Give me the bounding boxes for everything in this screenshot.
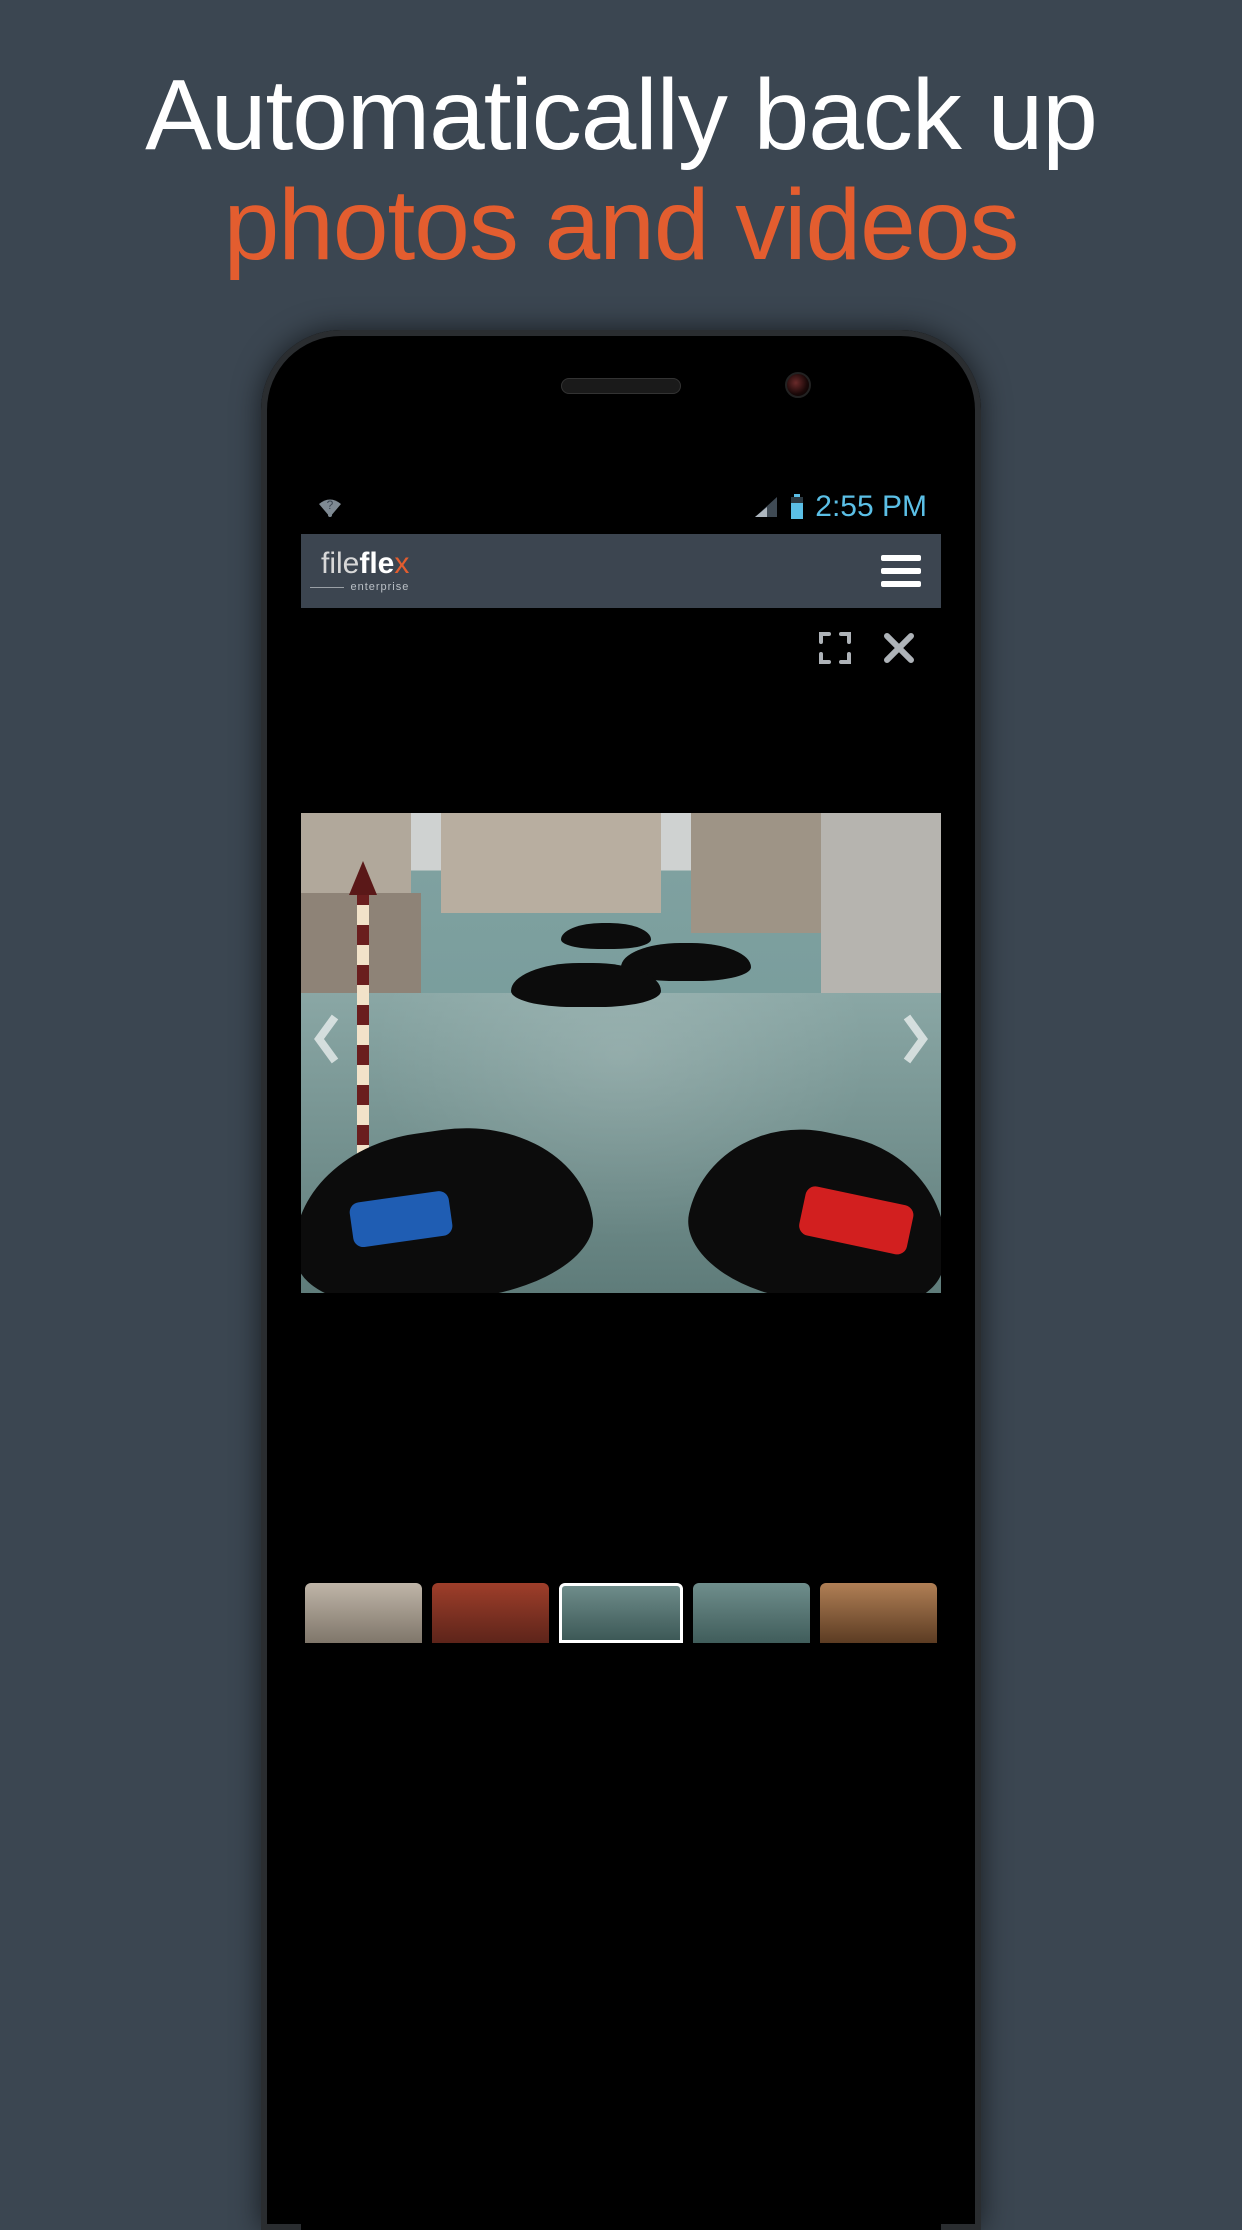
phone-screen: ? 2:55 PM fileflex enterprise	[301, 480, 941, 2230]
chevron-right-icon[interactable]	[899, 1013, 931, 1077]
thumbnail[interactable]	[693, 1583, 810, 1643]
app-logo-text: fileflex	[321, 549, 409, 579]
signal-icon	[753, 495, 779, 519]
viewer-controls	[301, 608, 941, 693]
app-header: fileflex enterprise	[301, 534, 941, 608]
photo-viewer	[301, 608, 941, 1643]
phone-earpiece	[561, 378, 681, 394]
logo-part-fle: fle	[359, 547, 394, 580]
thumbnail[interactable]	[432, 1583, 549, 1643]
chevron-left-icon[interactable]	[311, 1013, 343, 1077]
photo-scene	[301, 813, 941, 1293]
headline-line-2: photos and videos	[0, 170, 1242, 280]
status-time: 2:55 PM	[815, 490, 927, 524]
phone-bezel	[261, 330, 981, 480]
svg-text:?: ?	[327, 498, 334, 512]
thumbnail-strip	[301, 1583, 941, 1643]
main-photo[interactable]	[301, 813, 941, 1293]
thumbnail[interactable]	[559, 1583, 682, 1643]
headline-line-1: Automatically back up	[0, 60, 1242, 170]
app-logo: fileflex enterprise	[321, 549, 409, 593]
app-logo-subtitle: enterprise	[350, 581, 409, 593]
thumbnail[interactable]	[820, 1583, 937, 1643]
status-bar: ? 2:55 PM	[301, 480, 941, 534]
close-icon[interactable]	[881, 630, 917, 671]
wifi-icon: ?	[315, 495, 345, 519]
logo-part-x: x	[394, 547, 409, 580]
thumbnail[interactable]	[305, 1583, 422, 1643]
battery-icon	[789, 494, 805, 520]
phone-frame: ? 2:55 PM fileflex enterprise	[261, 330, 981, 2230]
logo-part-file: file	[321, 547, 359, 580]
hamburger-icon[interactable]	[881, 555, 921, 587]
fullscreen-icon[interactable]	[817, 630, 853, 671]
promo-headline: Automatically back up photos and videos	[0, 0, 1242, 280]
phone-front-camera	[785, 372, 811, 398]
